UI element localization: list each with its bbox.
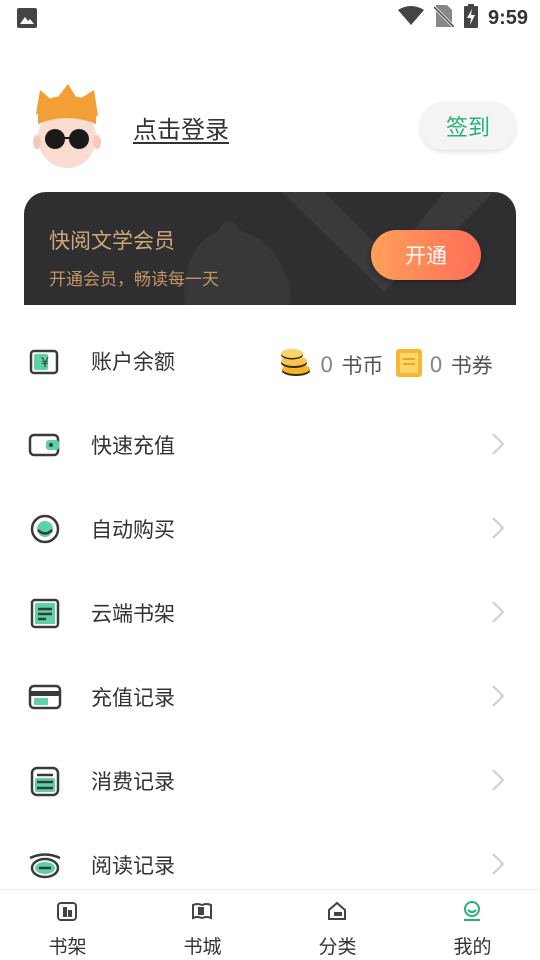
- nav-label: 分类: [318, 936, 357, 958]
- cloud-shelf-icon: [28, 597, 62, 629]
- menu-label: 阅读记录: [91, 854, 175, 878]
- nav-label: 书城: [183, 936, 222, 958]
- chevron-right-icon: [491, 768, 505, 792]
- menu-row-account-balance[interactable]: ¥ 账户余额 0 书币 0 书券: [0, 318, 540, 402]
- vip-subtitle: 开通会员，畅读每一天: [49, 270, 219, 290]
- wallet-icon: [28, 429, 62, 461]
- receipt-icon: [28, 765, 62, 797]
- profile-icon: [461, 900, 483, 922]
- bookshelf-icon: [56, 900, 78, 922]
- category-icon: [326, 900, 348, 922]
- status-bar: 9:59: [0, 0, 540, 36]
- battery-charging-icon: [463, 4, 478, 32]
- yuan-wallet-icon: ¥: [28, 345, 62, 377]
- menu-row-quick-recharge[interactable]: 快速充值: [0, 402, 540, 486]
- account-balance-values: 0 书币 0 书券: [280, 348, 493, 382]
- nav-tab-bookshelf[interactable]: 书架: [0, 890, 135, 960]
- chevron-right-icon: [491, 852, 505, 876]
- menu-label-account-balance: 账户余额: [91, 350, 175, 374]
- coins-unit: 书币: [341, 354, 384, 378]
- chevron-right-icon: [491, 600, 505, 624]
- vip-membership-card[interactable]: 快阅文学会员 开通会员，畅读每一天 开通: [24, 192, 516, 318]
- menu-row-reading-history[interactable]: 阅读记录: [0, 822, 540, 890]
- menu-list: ¥ 账户余额 0 书币 0 书券 快速充值 自动购买 云端书架 充值记录 消费记…: [0, 305, 540, 890]
- avatar[interactable]: [32, 84, 102, 170]
- eye-icon: [28, 849, 62, 881]
- wifi-icon: [397, 6, 424, 30]
- nav-tab-profile[interactable]: 我的: [405, 890, 540, 960]
- coupons-unit: 书券: [450, 354, 493, 378]
- menu-row-consumption-history[interactable]: 消费记录: [0, 738, 540, 822]
- svg-text:¥: ¥: [41, 356, 49, 371]
- menu-label: 自动购买: [91, 518, 175, 542]
- nav-label: 书架: [48, 936, 87, 958]
- coupons-value: 0: [429, 353, 443, 377]
- menu-label: 快速充值: [91, 434, 175, 458]
- chevron-right-icon: [491, 432, 505, 456]
- menu-row-cloud-shelf[interactable]: 云端书架: [0, 570, 540, 654]
- bottom-navigation: 书架 书城 分类 我的: [0, 889, 540, 960]
- vip-title: 快阅文学会员: [49, 229, 175, 253]
- chevron-right-icon: [491, 684, 505, 708]
- card-icon: [28, 681, 62, 713]
- vip-activate-button[interactable]: 开通: [371, 230, 481, 280]
- menu-row-recharge-history[interactable]: 充值记录: [0, 654, 540, 738]
- coins-value: 0: [320, 353, 334, 377]
- no-sim-icon: [432, 5, 456, 31]
- coins-icon: [280, 349, 314, 381]
- nav-tab-bookstore[interactable]: 书城: [135, 890, 270, 960]
- gallery-notification-icon: [17, 8, 37, 32]
- menu-label: 云端书架: [91, 602, 175, 626]
- nav-label: 我的: [453, 936, 492, 958]
- menu-label: 消费记录: [91, 770, 175, 794]
- chevron-right-icon: [491, 516, 505, 540]
- menu-label: 充值记录: [91, 686, 175, 710]
- auto-buy-icon: [28, 513, 62, 545]
- bookstore-icon: [191, 900, 213, 922]
- profile-header: 点击登录 签到: [0, 80, 540, 180]
- checkin-button[interactable]: 签到: [420, 102, 516, 150]
- login-link[interactable]: 点击登录: [133, 110, 229, 145]
- nav-tab-category[interactable]: 分类: [270, 890, 405, 960]
- status-time: 9:59: [487, 6, 528, 29]
- menu-row-auto-buy[interactable]: 自动购买: [0, 486, 540, 570]
- coupon-icon: [395, 348, 423, 382]
